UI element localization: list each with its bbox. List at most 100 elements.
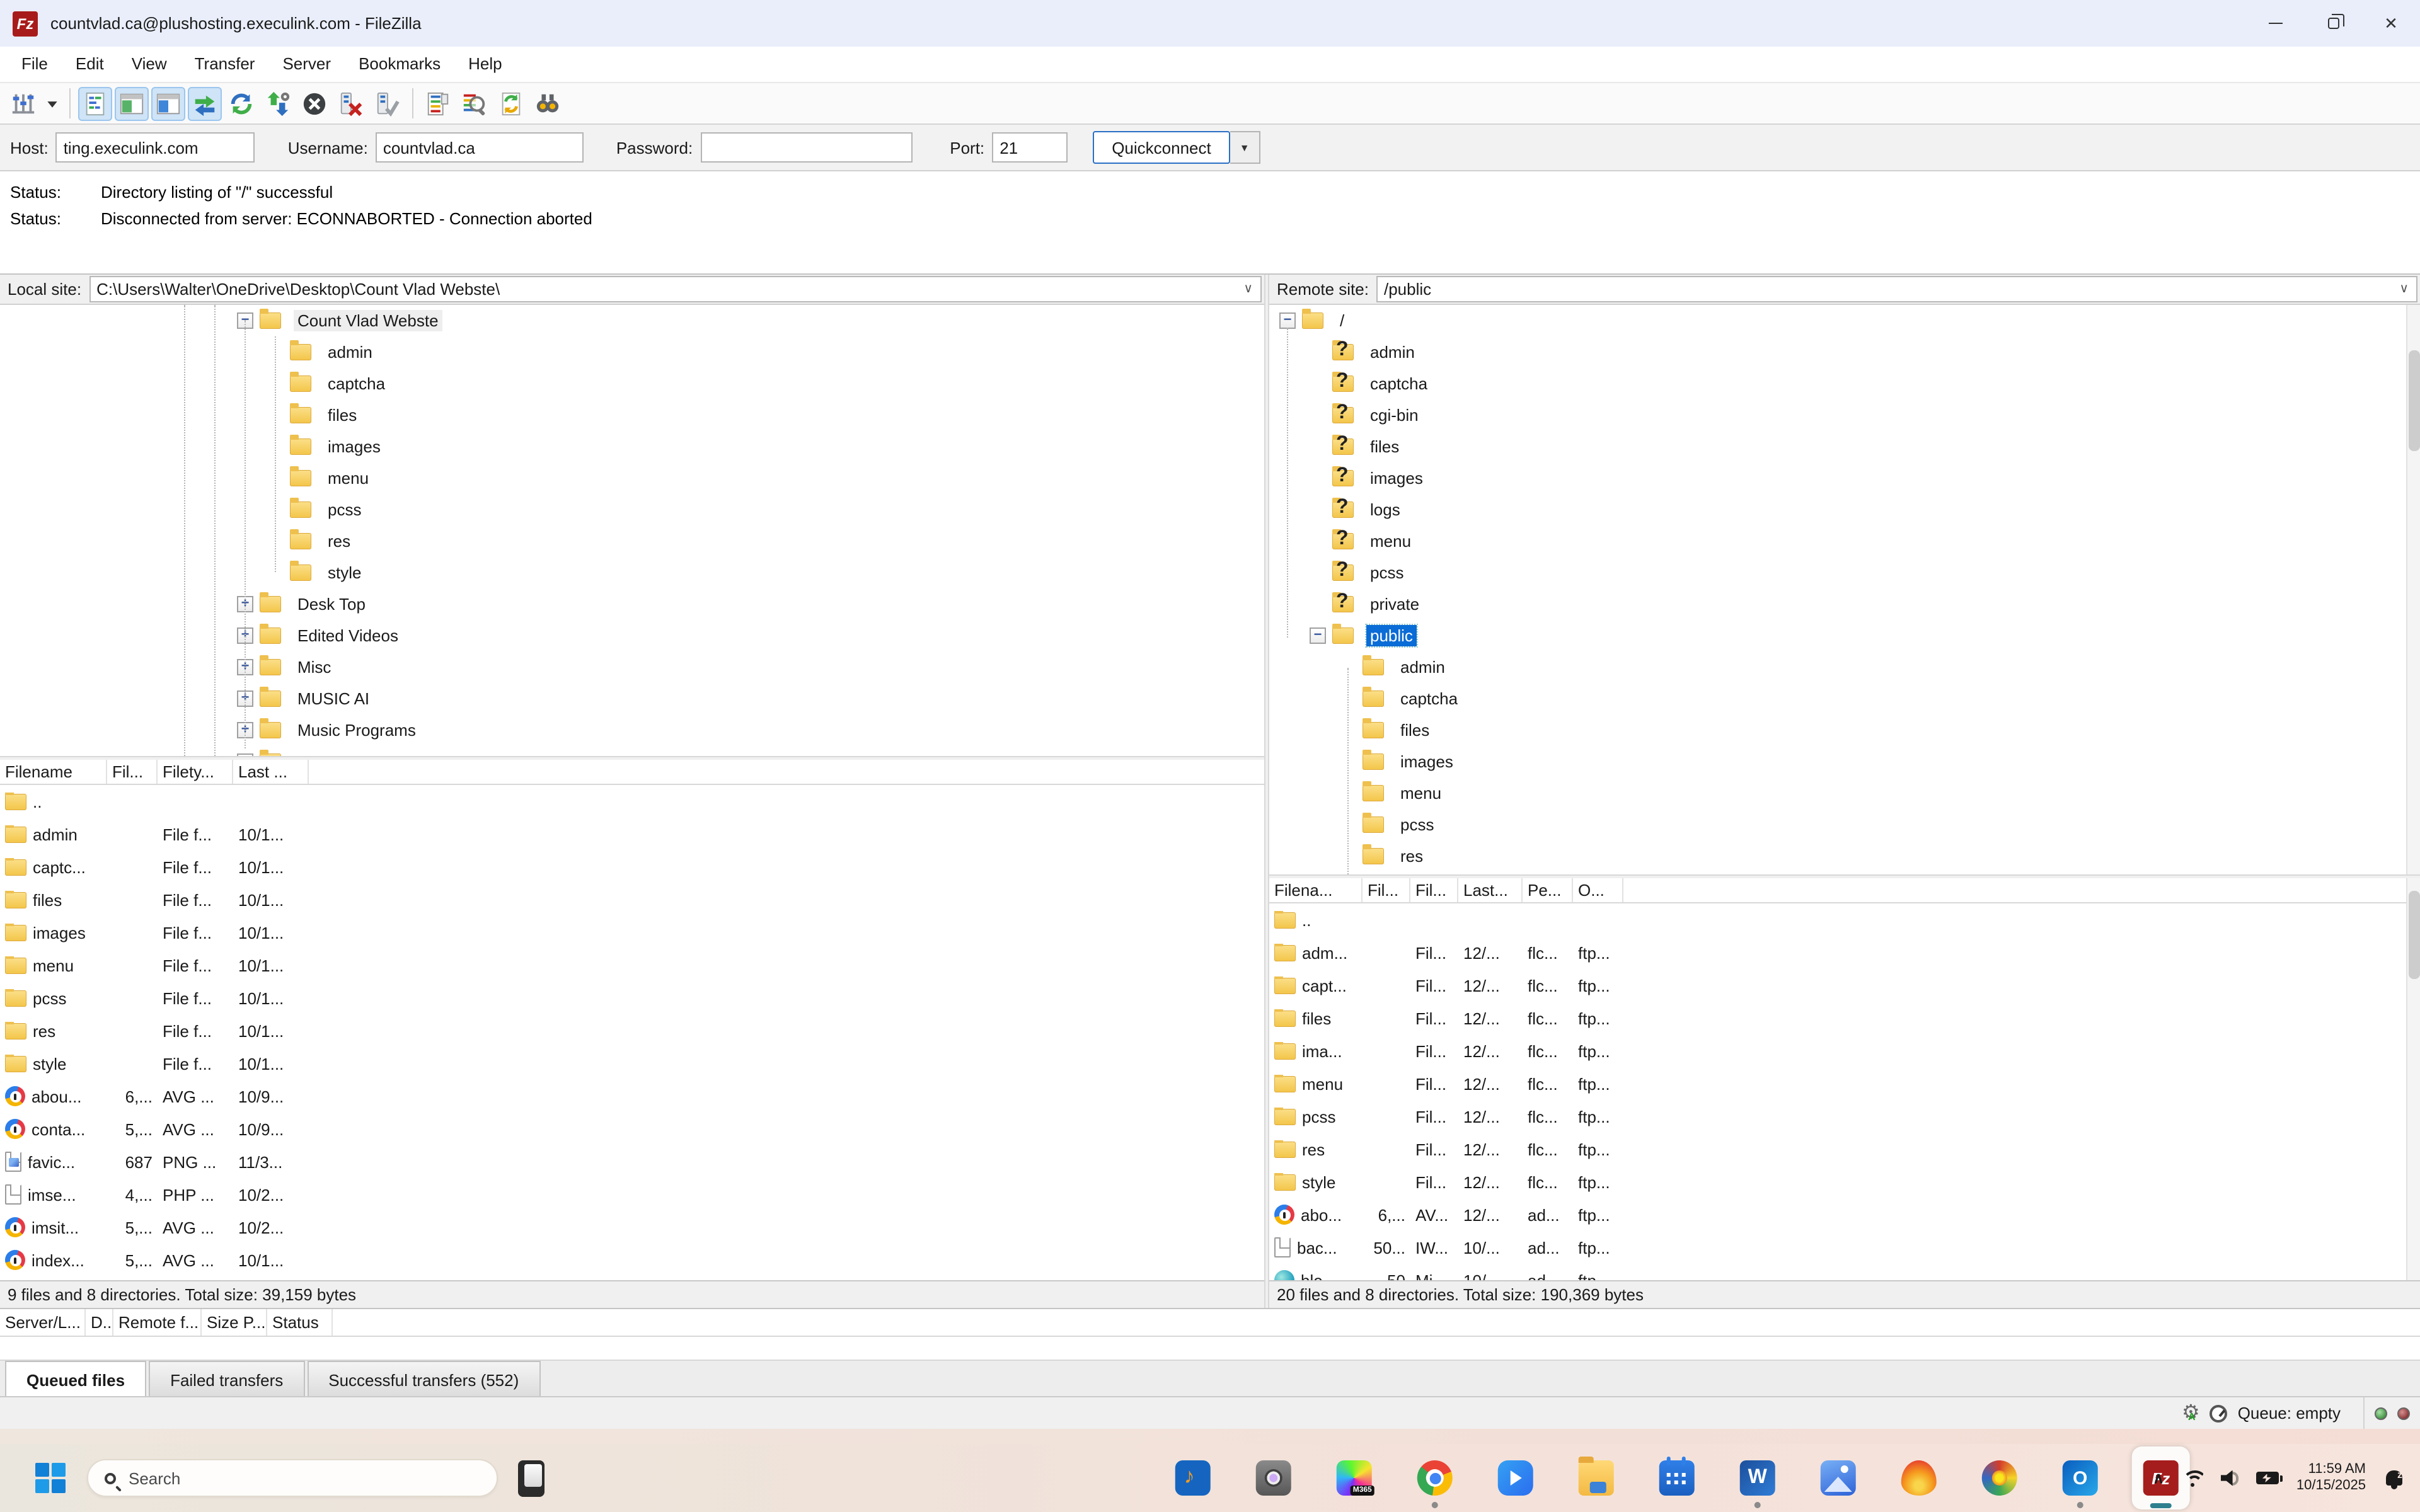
tree-item-res[interactable]: res xyxy=(1269,840,2420,872)
taskbar-clock[interactable]: 11:59 AM 10/15/2025 xyxy=(2296,1462,2366,1494)
refresh-icon[interactable] xyxy=(224,86,258,120)
file-row-files[interactable]: filesFil...12/...flc...ftp... xyxy=(1269,1002,2420,1034)
notification-bell-icon[interactable]: z xyxy=(2386,1470,2402,1486)
file-row-index...[interactable]: index...5,...AVG ...10/1... xyxy=(0,1244,1264,1276)
queue-column-1[interactable]: D... xyxy=(86,1309,113,1336)
column-header-5[interactable]: O... xyxy=(1573,878,1623,902)
taskbar-app-media-flame[interactable] xyxy=(1890,1446,1948,1509)
file-row-res[interactable]: resFil...12/...flc...ftp... xyxy=(1269,1133,2420,1166)
tree-item-admin[interactable]: admin xyxy=(0,336,1264,368)
tree-item-Desk Top[interactable]: +Desk Top xyxy=(0,588,1264,620)
tree-item-logs[interactable]: logs xyxy=(1269,494,2420,525)
file-row-..[interactable]: .. xyxy=(1269,903,2420,936)
tree-item-Music Programs[interactable]: +Music Programs xyxy=(0,714,1264,746)
taskbar-app-chrome[interactable] xyxy=(1406,1446,1464,1509)
taskbar-app-audio-editor[interactable] xyxy=(1164,1446,1222,1509)
file-row-admin[interactable]: adminFile f...10/1... xyxy=(0,818,1264,850)
taskbar-app-photos[interactable] xyxy=(1809,1446,1867,1509)
tree-item-captcha[interactable]: captcha xyxy=(1269,683,2420,714)
battery-icon[interactable] xyxy=(2256,1472,2279,1484)
taskbar-app-file-explorer[interactable] xyxy=(1567,1446,1625,1509)
tree-item-menu[interactable]: menu xyxy=(0,462,1264,494)
taskbar-app-word[interactable] xyxy=(1729,1446,1787,1509)
tree-item-pcss[interactable]: pcss xyxy=(1269,557,2420,588)
menu-view[interactable]: View xyxy=(118,47,181,82)
reconnect-icon[interactable] xyxy=(371,86,405,120)
quickconnect-button[interactable]: Quickconnect xyxy=(1093,131,1230,164)
expand-toggle-icon[interactable]: + xyxy=(237,753,253,756)
directory-comparison-icon[interactable] xyxy=(421,86,455,120)
taskbar-app-camera[interactable] xyxy=(1245,1446,1303,1509)
tree-item-menu[interactable]: menu xyxy=(1269,777,2420,809)
tree-item-menu[interactable]: menu xyxy=(1269,525,2420,557)
phone-link-icon[interactable] xyxy=(518,1460,544,1496)
file-row-abou...[interactable]: abou...6,...AVG ...10/9... xyxy=(0,1080,1264,1113)
directory-listing-filters-icon[interactable] xyxy=(458,86,492,120)
menu-file[interactable]: File xyxy=(8,47,62,82)
file-row-favic...[interactable]: favic...687PNG ...11/3... xyxy=(0,1145,1264,1178)
start-button[interactable] xyxy=(35,1462,67,1494)
quickconnect-dropdown-button[interactable]: ▼ xyxy=(1230,131,1260,164)
tree-item-images[interactable]: images xyxy=(0,431,1264,462)
remote-tree-scrollbar[interactable] xyxy=(2406,305,2420,874)
file-row-ima...[interactable]: ima...Fil...12/...flc...ftp... xyxy=(1269,1034,2420,1067)
site-manager-icon[interactable] xyxy=(6,86,40,120)
tree-item-cgi-bin[interactable]: cgi-bin xyxy=(1269,399,2420,431)
close-button[interactable]: ✕ xyxy=(2362,0,2420,47)
toggle-remote-tree-icon[interactable] xyxy=(151,86,185,120)
column-header-3[interactable]: Last ... xyxy=(233,760,309,784)
disconnect-icon[interactable] xyxy=(334,86,368,120)
chevron-down-icon[interactable]: ∨ xyxy=(2392,282,2416,296)
chevron-down-icon[interactable]: ∨ xyxy=(1236,282,1260,296)
file-row-abo...[interactable]: abo...6,...AV...12/...ad...ftp... xyxy=(1269,1198,2420,1231)
file-row-res[interactable]: resFile f...10/1... xyxy=(0,1014,1264,1047)
minimize-button[interactable] xyxy=(2246,0,2304,47)
file-row-..[interactable]: .. xyxy=(0,785,1264,818)
collapse-toggle-icon[interactable]: − xyxy=(1279,312,1296,329)
column-header-2[interactable]: Filety... xyxy=(158,760,233,784)
column-header-4[interactable]: Pe... xyxy=(1523,878,1573,902)
volume-icon[interactable] xyxy=(2221,1470,2238,1486)
file-row-menu[interactable]: menuFil...12/...flc...ftp... xyxy=(1269,1067,2420,1100)
tree-item-images[interactable]: images xyxy=(1269,462,2420,494)
taskbar-app-m365-copilot[interactable]: M365 xyxy=(1325,1446,1383,1509)
tab-successful-transfers-552-[interactable]: Successful transfers (552) xyxy=(307,1361,540,1397)
file-row-bac...[interactable]: bac...50...IW...10/...ad...ftp... xyxy=(1269,1231,2420,1264)
file-row-style[interactable]: styleFile f...10/1... xyxy=(0,1047,1264,1080)
speed-limits-icon[interactable] xyxy=(2210,1404,2228,1422)
tree-item-MUSIC AI[interactable]: +MUSIC AI xyxy=(0,683,1264,714)
password-input[interactable] xyxy=(700,132,912,163)
pane-splitter[interactable] xyxy=(1264,275,1269,1308)
menu-server[interactable]: Server xyxy=(268,47,345,82)
file-row-images[interactable]: imagesFile f...10/1... xyxy=(0,916,1264,949)
file-row-imsit...[interactable]: imsit...5,...AVG ...10/2... xyxy=(0,1211,1264,1244)
tree-item-admin[interactable]: admin xyxy=(1269,651,2420,683)
restore-button[interactable] xyxy=(2304,0,2362,47)
tab-failed-transfers[interactable]: Failed transfers xyxy=(149,1361,304,1397)
tree-item-images[interactable]: images xyxy=(1269,746,2420,777)
file-row-conta...[interactable]: conta...5,...AVG ...10/9... xyxy=(0,1113,1264,1145)
collapse-toggle-icon[interactable]: − xyxy=(1310,627,1326,644)
tree-item-admin[interactable]: admin xyxy=(1269,336,2420,368)
taskbar-app-clipchamp[interactable] xyxy=(1487,1446,1545,1509)
file-search-icon[interactable] xyxy=(531,86,565,120)
tree-item-res[interactable]: res xyxy=(0,525,1264,557)
tree-item-partial[interactable] xyxy=(1269,872,2420,874)
taskbar-search[interactable]: Search xyxy=(87,1459,498,1497)
taskbar-app-calendar[interactable] xyxy=(1648,1446,1706,1509)
menu-help[interactable]: Help xyxy=(454,47,516,82)
tree-item-partial[interactable]: + xyxy=(0,746,1264,756)
queue-column-3[interactable]: Size P... xyxy=(202,1309,267,1336)
wifi-icon[interactable] xyxy=(2182,1470,2203,1486)
file-row-captc...[interactable]: captc...File f...10/1... xyxy=(0,850,1264,883)
taskbar-app-color-swirl[interactable] xyxy=(1971,1446,2029,1509)
tree-item-private[interactable]: private xyxy=(1269,588,2420,620)
tree-item-style[interactable]: style xyxy=(0,557,1264,588)
tree-item-/[interactable]: −/ xyxy=(1269,305,2420,336)
tree-item-public[interactable]: −public xyxy=(1269,620,2420,651)
file-row-blo...[interactable]: blo...50Mi...10/...ad...ftp... xyxy=(1269,1264,2420,1280)
column-header-1[interactable]: Fil... xyxy=(107,760,158,784)
remote-list-scrollbar[interactable] xyxy=(2406,878,2420,1280)
file-row-imse...[interactable]: imse...4,...PHP ...10/2... xyxy=(0,1178,1264,1211)
column-header-1[interactable]: Fil... xyxy=(1363,878,1410,902)
